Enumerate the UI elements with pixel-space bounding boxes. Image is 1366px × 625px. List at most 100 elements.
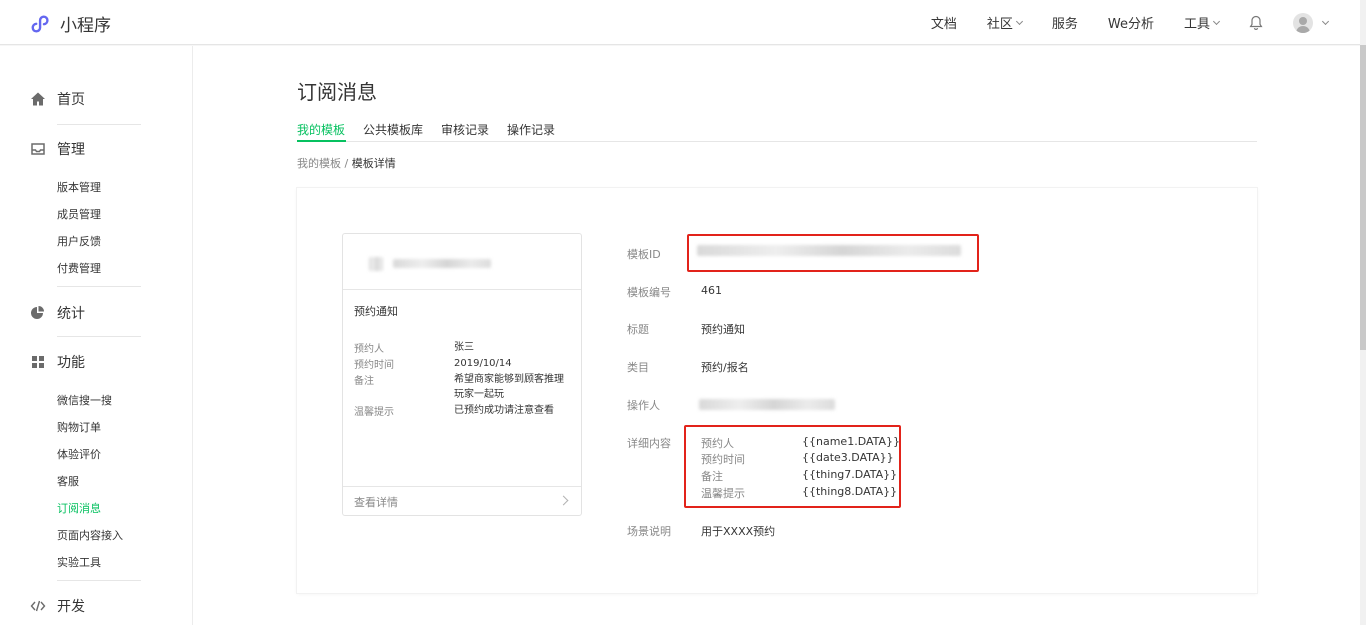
- nav-community-label: 社区: [986, 17, 1013, 32]
- main-content: 订阅消息 我的模板 公共模板库 审核记录 操作记录 我的模板 / 模板详情 预约…: [193, 46, 1360, 625]
- template-detail-panel: 预约通知 预约人 张三 预约时间 2019/10/14 备注 希望商家能够到顾客…: [297, 188, 1257, 593]
- active-tab-indicator: [297, 140, 346, 142]
- home-icon: [31, 92, 45, 106]
- template-number-label: 模板编号: [627, 286, 671, 299]
- sidebar-section-stats[interactable]: 统计: [30, 303, 85, 323]
- chevron-down-icon: [1212, 17, 1221, 25]
- preview-row-value: 已预约成功请注意查看: [454, 405, 554, 416]
- chevron-down-icon[interactable]: [1321, 17, 1330, 25]
- code-icon: [30, 600, 46, 612]
- app-name: 小程序: [60, 16, 111, 36]
- template-title: 预约通知: [701, 323, 745, 336]
- scrollbar-thumb[interactable]: [1360, 45, 1366, 350]
- blurred-account-avatar: [369, 257, 383, 271]
- nav-community[interactable]: 社区: [986, 13, 1023, 32]
- nav-docs-label: 文档: [930, 17, 957, 32]
- sidebar-section-features[interactable]: 功能: [30, 352, 85, 372]
- preview-row-value: 张三: [454, 342, 474, 353]
- sidebar-section-label: 管理: [57, 142, 85, 158]
- tab-review-records[interactable]: 审核记录: [441, 121, 489, 138]
- sidebar-section-label: 功能: [57, 355, 85, 371]
- sidebar-item-orders[interactable]: 购物订单: [57, 419, 101, 435]
- highlight-box: [687, 234, 979, 272]
- title-label: 标题: [627, 323, 649, 336]
- scene-description: 用于XXXX预约: [701, 525, 776, 538]
- divider: [57, 124, 141, 125]
- category-label: 类目: [627, 361, 649, 374]
- tab-bar: 我的模板 公共模板库 审核记录 操作记录: [297, 121, 1257, 142]
- content-placeholder: {{thing7.DATA}}: [802, 468, 898, 481]
- sidebar-item-versions[interactable]: 版本管理: [57, 179, 101, 195]
- sidebar-item-page-content[interactable]: 页面内容接入: [57, 527, 123, 543]
- operator-label: 操作人: [627, 399, 660, 412]
- blurred-account-name: [393, 259, 491, 268]
- scrollbar[interactable]: [1360, 0, 1366, 625]
- top-bar: 小程序 文档 社区 服务 We分析 工具: [0, 0, 1366, 45]
- preview-row-value: 希望商家能够到顾客推理玩家一起玩: [454, 374, 564, 400]
- sidebar-section-label: 开发: [57, 599, 85, 615]
- tab-my-templates[interactable]: 我的模板: [297, 121, 345, 138]
- sidebar-section-label: 统计: [57, 306, 85, 322]
- preview-card-header: [343, 234, 581, 290]
- pie-chart-icon: [31, 306, 44, 319]
- divider: [57, 336, 141, 337]
- preview-row-key: 备注: [354, 376, 374, 387]
- sidebar-item-experiment-tools[interactable]: 实验工具: [57, 554, 101, 570]
- miniprogram-logo-icon: [31, 14, 49, 33]
- preview-title: 预约通知: [354, 305, 398, 318]
- content-key: 预约人: [701, 437, 734, 450]
- divider: [57, 286, 141, 287]
- template-preview-card: 预约通知 预约人 张三 预约时间 2019/10/14 备注 希望商家能够到顾客…: [342, 233, 582, 516]
- tab-public-library[interactable]: 公共模板库: [363, 121, 423, 138]
- content-key: 备注: [701, 470, 723, 483]
- sidebar-section-manage[interactable]: 管理: [30, 139, 85, 159]
- sidebar-item-members[interactable]: 成员管理: [57, 206, 101, 222]
- tab-operation-records[interactable]: 操作记录: [507, 121, 555, 138]
- breadcrumb-parent[interactable]: 我的模板: [297, 157, 341, 170]
- nav-services-label: 服务: [1051, 17, 1078, 32]
- view-details-link[interactable]: 查看详情: [343, 486, 581, 515]
- nav-we-analytics-label: We分析: [1107, 17, 1154, 32]
- preview-row-key: 预约人: [354, 344, 384, 355]
- top-nav: 文档 社区 服务 We分析 工具: [901, 0, 1330, 45]
- content-key: 预约时间: [701, 453, 745, 466]
- sidebar-item-label: 首页: [57, 92, 85, 108]
- divider: [57, 580, 141, 581]
- nav-tools[interactable]: 工具: [1183, 13, 1221, 32]
- sidebar: 首页 管理 版本管理 成员管理 用户反馈 付费管理 统计 功能 微信搜一搜 购物…: [0, 46, 193, 625]
- content-label: 详细内容: [627, 437, 671, 450]
- sidebar-item-wechat-search[interactable]: 微信搜一搜: [57, 392, 112, 408]
- nav-services[interactable]: 服务: [1052, 13, 1078, 32]
- sidebar-item-subscribe-messages[interactable]: 订阅消息: [57, 500, 101, 516]
- content-placeholder: {{date3.DATA}}: [802, 451, 894, 464]
- preview-row-key: 预约时间: [354, 360, 394, 371]
- nav-tools-label: 工具: [1183, 17, 1210, 32]
- scene-label: 场景说明: [627, 525, 671, 538]
- template-number: 461: [701, 284, 722, 297]
- sidebar-item-feedback[interactable]: 用户反馈: [57, 233, 101, 249]
- sidebar-item-home[interactable]: 首页: [30, 89, 85, 109]
- content-key: 温馨提示: [701, 487, 745, 500]
- nav-we-analytics[interactable]: We分析: [1108, 13, 1154, 32]
- sidebar-section-develop[interactable]: 开发: [30, 596, 85, 616]
- sidebar-item-reviews[interactable]: 体验评价: [57, 446, 101, 462]
- preview-row-key: 温馨提示: [354, 407, 394, 418]
- sidebar-item-customer-service[interactable]: 客服: [57, 473, 79, 489]
- content-placeholder: {{thing8.DATA}}: [802, 485, 898, 498]
- breadcrumb-separator: /: [344, 157, 349, 170]
- bell-icon[interactable]: [1249, 15, 1263, 31]
- template-category: 预约/报名: [701, 361, 749, 374]
- preview-row-value: 2019/10/14: [454, 358, 512, 369]
- sidebar-item-payment[interactable]: 付费管理: [57, 260, 101, 276]
- logo[interactable]: 小程序: [30, 11, 111, 36]
- avatar[interactable]: [1293, 12, 1313, 33]
- inbox-icon: [31, 143, 45, 155]
- grid-icon: [32, 356, 44, 368]
- view-details-label: 查看详情: [354, 496, 398, 509]
- chevron-right-icon: [558, 495, 569, 506]
- nav-docs[interactable]: 文档: [931, 13, 957, 32]
- chevron-down-icon: [1015, 17, 1023, 25]
- page-title: 订阅消息: [297, 80, 377, 104]
- breadcrumb-current: 模板详情: [351, 157, 396, 170]
- template-id-label: 模板ID: [627, 248, 661, 261]
